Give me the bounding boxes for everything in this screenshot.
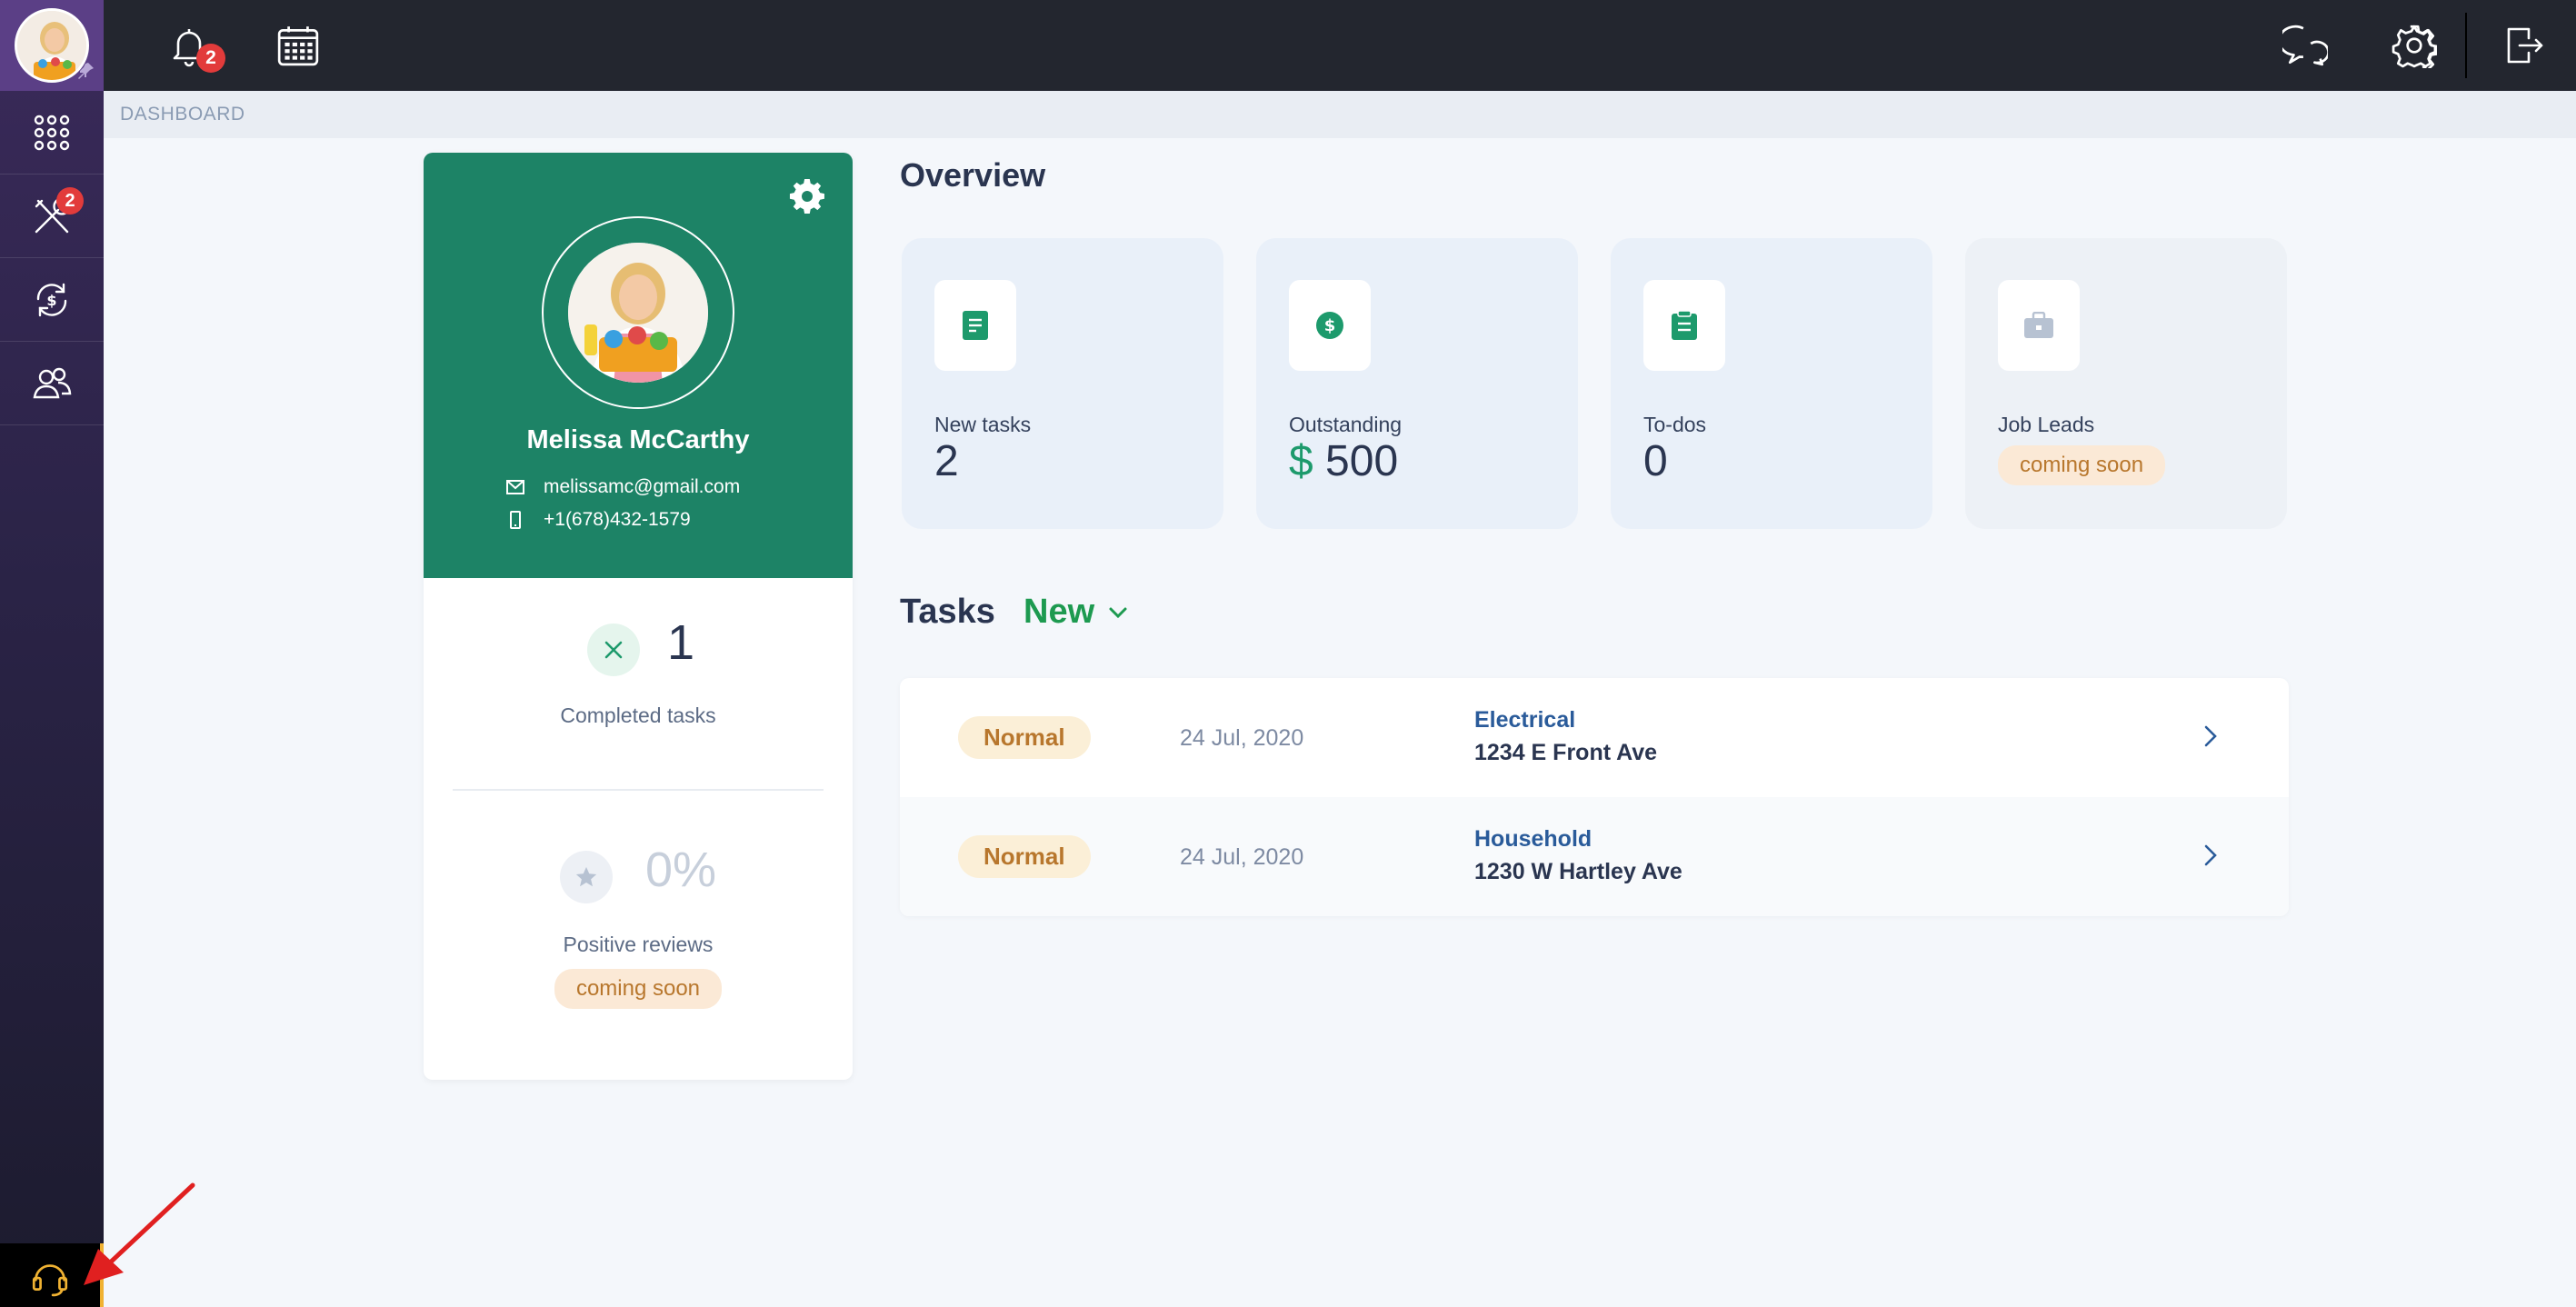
profile-email[interactable]: melissamc@gmail.com <box>544 476 740 498</box>
chat-icon <box>2282 25 2328 66</box>
task-date: 24 Jul, 2020 <box>1180 725 1304 751</box>
svg-text:$: $ <box>1324 316 1336 335</box>
positive-reviews-value: 0% <box>645 843 717 897</box>
gear-icon <box>2391 25 2437 68</box>
sidebar-item-payments[interactable]: $ <box>0 258 104 342</box>
notifications-button[interactable]: 2 <box>162 18 225 73</box>
tasks-filter-dropdown[interactable]: New <box>1023 593 1131 632</box>
coming-soon-badge: coming soon <box>554 969 723 1009</box>
svg-text:$: $ <box>46 292 56 309</box>
overview-label: To-dos <box>1643 413 1707 436</box>
currency-symbol: $ <box>1289 437 1313 485</box>
table-row[interactable]: Normal 24 Jul, 2020 Electrical 1234 E Fr… <box>900 678 2289 797</box>
priority-badge: Normal <box>958 835 1091 878</box>
overview-value: 2 <box>934 437 959 485</box>
logout-icon <box>2507 27 2543 64</box>
positive-reviews-label: Positive reviews <box>563 933 714 956</box>
overview-title: Overview <box>900 156 1046 194</box>
payments-icon: $ <box>36 283 67 316</box>
task-address: 1230 W Hartley Ave <box>1474 859 1682 884</box>
pin-icon[interactable] <box>75 60 96 82</box>
task-category: Household <box>1474 826 1593 852</box>
topbar: 2 <box>104 0 2576 91</box>
headset-icon <box>32 1264 68 1297</box>
tools-badge: 2 <box>56 187 84 215</box>
annotation-arrow-icon <box>84 1182 195 1285</box>
table-row[interactable]: Normal 24 Jul, 2020 Household 1230 W Har… <box>900 797 2289 916</box>
positive-reviews-badge-row: coming soon <box>424 969 853 1009</box>
profile-photo-ring <box>542 216 734 409</box>
calendar-icon <box>277 26 319 66</box>
overview-value: $ 500 <box>1289 436 1398 486</box>
profile-name: Melissa McCarthy <box>526 425 750 454</box>
outstanding-amount: 500 <box>1325 437 1399 485</box>
coming-soon-badge: coming soon <box>1998 445 2166 485</box>
sidebar-item-apps[interactable] <box>0 91 104 175</box>
completed-tasks-label: Completed tasks <box>560 703 716 727</box>
apps-grid-icon <box>34 115 70 150</box>
profile-phone-row: +1(678)432-1579 <box>505 509 691 531</box>
logout-button[interactable] <box>2496 18 2551 73</box>
profile-header: Melissa McCarthy melissamc@gmail.com +1(… <box>424 153 853 578</box>
chevron-right-icon[interactable] <box>2194 720 2227 753</box>
task-address: 1234 E Front Ave <box>1474 740 1658 765</box>
job-leads-badge-row: coming soon <box>1998 445 2166 485</box>
breadcrumb: DASHBOARD <box>104 91 2576 138</box>
topbar-divider <box>2465 13 2467 78</box>
briefcase-icon <box>1998 280 2080 371</box>
task-list: Normal 24 Jul, 2020 Electrical 1234 E Fr… <box>900 678 2289 916</box>
overview-card-new-tasks[interactable]: New tasks 2 <box>902 238 1223 529</box>
sidebar-user[interactable] <box>0 0 104 91</box>
profile-card: Melissa McCarthy melissamc@gmail.com +1(… <box>424 153 853 1080</box>
chevron-right-icon[interactable] <box>2194 839 2227 872</box>
task-category: Electrical <box>1474 707 1576 733</box>
calendar-button[interactable] <box>271 18 325 73</box>
chevron-down-icon <box>1109 607 1127 618</box>
completed-tasks-icon <box>587 624 640 676</box>
overview-card-outstanding[interactable]: $ Outstanding $ 500 <box>1256 238 1578 529</box>
clipboard-icon <box>1643 280 1725 371</box>
overview-label: Outstanding <box>1289 413 1403 436</box>
overview-label: New tasks <box>934 413 1032 436</box>
overview-card-todos[interactable]: To-dos 0 <box>1611 238 1932 529</box>
completed-tasks-value: 1 <box>667 615 695 670</box>
profile-email-row: melissamc@gmail.com <box>505 476 740 498</box>
mail-icon <box>506 480 524 494</box>
phone-icon <box>510 511 521 529</box>
settings-button[interactable] <box>2387 18 2441 73</box>
star-icon <box>560 851 613 903</box>
profile-photo[interactable] <box>568 243 708 383</box>
notifications-badge: 2 <box>196 44 225 73</box>
document-icon <box>934 280 1016 371</box>
profile-divider <box>453 789 824 791</box>
tasks-filter-label: New <box>1023 593 1095 631</box>
contacts-icon <box>33 367 72 398</box>
overview-label: Job Leads <box>1998 413 2095 436</box>
sidebar: 2 $ <box>0 0 104 1307</box>
sidebar-item-contacts[interactable] <box>0 342 104 425</box>
profile-settings-icon[interactable] <box>789 178 825 215</box>
task-date: 24 Jul, 2020 <box>1180 844 1304 870</box>
sidebar-item-tools[interactable]: 2 <box>0 175 104 258</box>
priority-badge: Normal <box>958 716 1091 759</box>
chat-button[interactable] <box>2278 18 2332 73</box>
profile-phone[interactable]: +1(678)432-1579 <box>544 509 691 531</box>
overview-card-job-leads: Job Leads coming soon <box>1965 238 2287 529</box>
overview-value: 0 <box>1643 437 1668 485</box>
tasks-title: Tasks <box>900 593 995 631</box>
dollar-icon: $ <box>1289 280 1371 371</box>
